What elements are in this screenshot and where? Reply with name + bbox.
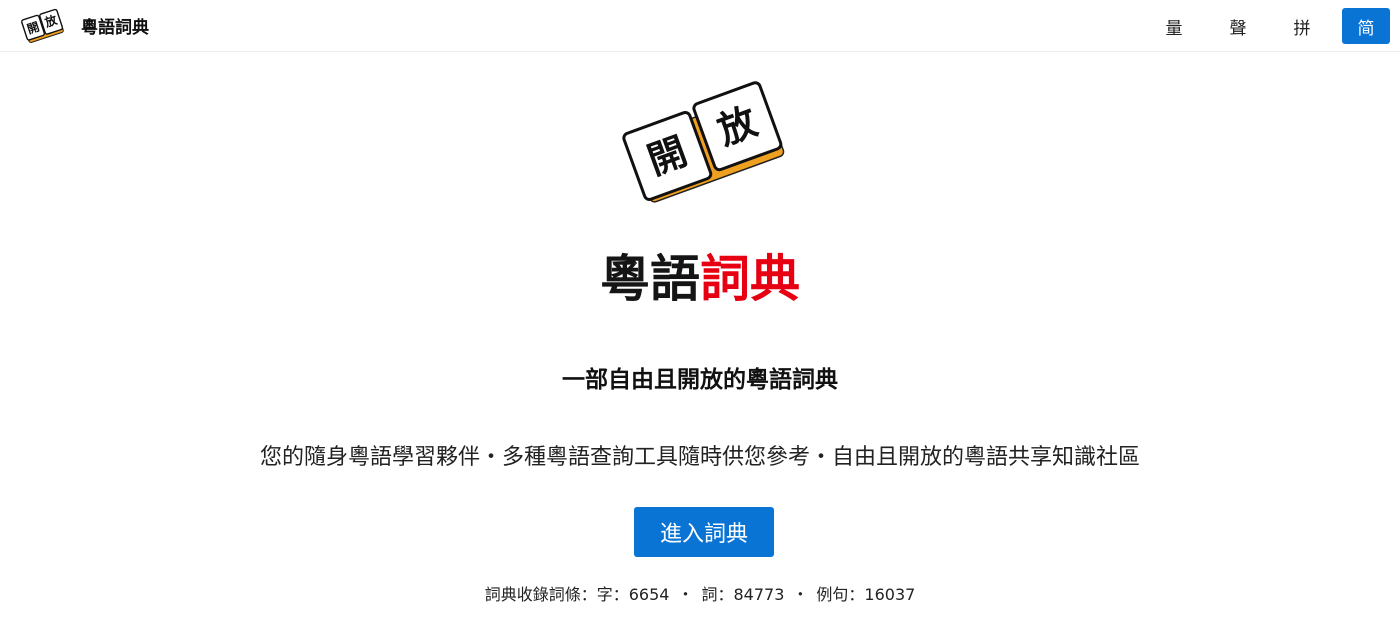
enter-dictionary-button[interactable]: 進入詞典 [634, 507, 774, 557]
nav-actions: 量 聲 拼 简 [1134, 8, 1390, 44]
stats-word-label: 詞： [701, 585, 734, 604]
tone-button[interactable]: 聲 [1214, 8, 1262, 44]
stats-example-count: 16037 [864, 585, 916, 604]
stats-separator: ・ [677, 585, 694, 604]
site-title[interactable]: 粵語詞典 [81, 13, 149, 38]
hero-subtitle: 一部自由且開放的粵語詞典 [562, 367, 838, 393]
hero-title: 粵語詞典 [0, 248, 1400, 310]
simplified-toggle-button[interactable]: 简 [1342, 8, 1390, 44]
hero-title-part-2: 詞典 [700, 250, 800, 308]
dictionary-stats: 詞典收錄詞條：字：6654 ・詞：84773 ・例句：16037 [0, 584, 1400, 606]
hero-description: 您的隨身粵語學習夥伴・多種粵語查詢工具隨時供您參考・自由且開放的粵語共享知識社區 [259, 445, 1140, 470]
stats-separator: ・ [792, 585, 809, 604]
stats-char-count: 6654 [628, 585, 670, 604]
stats-prefix: 詞典收錄詞條： [484, 585, 597, 604]
hero-book-logo-icon: 開 放 [622, 81, 785, 203]
stats-example-label: 例句： [816, 585, 865, 604]
stats-char-label: 字： [596, 585, 629, 604]
measure-word-button[interactable]: 量 [1150, 8, 1198, 44]
top-navbar: 開 放 粵語詞典 量 聲 拼 简 [0, 0, 1400, 52]
hero-title-part-1: 粵語 [600, 250, 700, 308]
logo-icon[interactable]: 開 放 [20, 7, 66, 45]
romanization-button[interactable]: 拼 [1278, 8, 1326, 44]
stats-word-count: 84773 [733, 585, 785, 604]
